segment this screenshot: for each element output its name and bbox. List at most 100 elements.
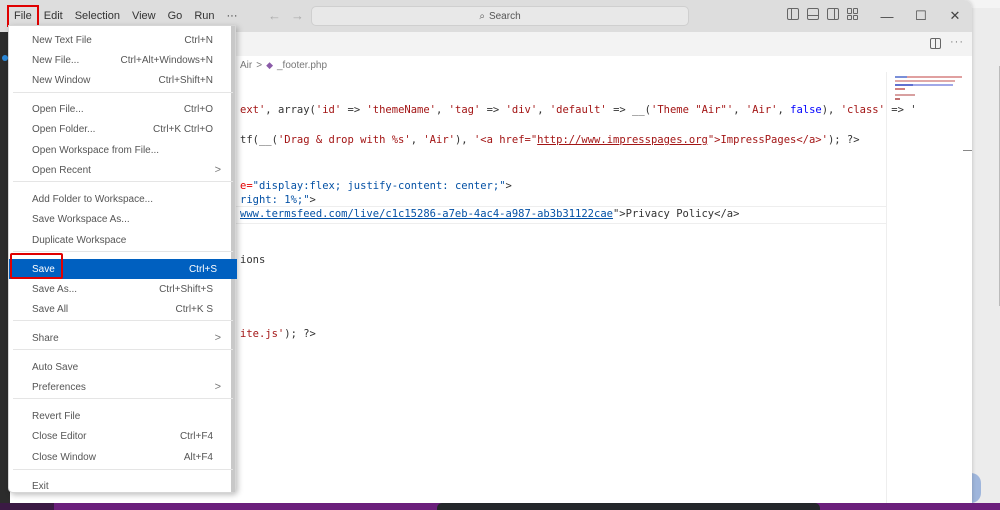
more-actions-icon[interactable]: ···	[950, 36, 964, 48]
close-button[interactable]: ✕	[938, 4, 972, 28]
toggle-primary-sidebar-icon[interactable]	[787, 8, 799, 20]
command-center-search[interactable]: ⌕ Search	[311, 6, 689, 26]
split-editor-icon[interactable]	[930, 38, 941, 49]
code-token: false	[790, 104, 822, 116]
menu-item-label: Open Folder...	[32, 123, 96, 135]
search-placeholder: Search	[488, 10, 521, 22]
code-line[interactable]: right: 1%;">	[240, 194, 316, 206]
menu-item-shortcut: Ctrl+N	[184, 34, 213, 46]
menu-item-new-text-file[interactable]: New Text File Ctrl+N	[9, 30, 233, 50]
code-token: ),	[821, 104, 841, 116]
code-token: ,	[410, 134, 424, 146]
code-token: 'div'	[505, 104, 538, 116]
breadcrumb-folder[interactable]: Air	[240, 60, 252, 71]
menu-item-save-workspace-as[interactable]: Save Workspace As...	[9, 209, 233, 229]
menu-item-open-folder[interactable]: Open Folder... Ctrl+K Ctrl+O	[9, 119, 233, 139]
code-token: ); ?>	[284, 328, 316, 340]
menu-go[interactable]: Go	[162, 6, 189, 26]
menu-bar: File Edit Selection View Go Run ···	[7, 5, 244, 27]
code-line[interactable]: ext', array('id' => 'themeName', 'tag' =…	[240, 104, 917, 116]
menu-file[interactable]: File	[7, 5, 39, 27]
menu-separator	[13, 181, 233, 182]
menu-edit[interactable]: Edit	[38, 6, 69, 26]
menu-item-save-all[interactable]: Save All Ctrl+K S	[9, 299, 233, 319]
code-token: "display:flex; justify-content: center;"	[252, 180, 506, 192]
menu-item-shortcut: Ctrl+Shift+S	[159, 283, 213, 295]
code-token: 'class'	[840, 104, 885, 116]
menu-item-shortcut: Ctrl+Shift+N	[158, 74, 213, 86]
menu-item-close-window[interactable]: Close Window Alt+F4	[9, 447, 233, 467]
minimize-button[interactable]: —	[870, 4, 904, 28]
code-line[interactable]: www.termsfeed.com/live/c1c15286-a7eb-4ac…	[240, 208, 739, 220]
menu-item-duplicate-workspace[interactable]: Duplicate Workspace	[9, 230, 233, 250]
code-token: 'Air'	[423, 134, 455, 146]
toggle-secondary-sidebar-icon[interactable]	[827, 8, 839, 20]
breadcrumb-separator: >	[256, 60, 263, 71]
menu-run[interactable]: Run	[188, 6, 220, 26]
menu-separator	[13, 469, 233, 470]
menu-item-share[interactable]: Share >	[9, 328, 233, 348]
code-token: ,	[537, 104, 550, 116]
menu-selection[interactable]: Selection	[69, 6, 126, 26]
menu-item-open-workspace-from-file[interactable]: Open Workspace from File...	[9, 140, 233, 160]
code-token: ions	[240, 254, 266, 266]
forward-arrow-icon[interactable]: →	[291, 8, 304, 23]
code-line[interactable]: ions	[240, 254, 265, 266]
code-token: right: 1%;"	[240, 194, 310, 206]
code-token: , array(	[265, 104, 316, 116]
code-line[interactable]: ite.js'); ?>	[240, 328, 316, 340]
code-token: ">ImpressPages</a>'	[707, 134, 828, 146]
menu-item-shortcut: Ctrl+S	[188, 263, 217, 275]
menu-separator	[13, 320, 233, 321]
menu-item-new-file[interactable]: New File... Ctrl+Alt+Windows+N	[9, 50, 233, 70]
menu-item-open-recent[interactable]: Open Recent >	[9, 160, 233, 180]
menu-item-new-window[interactable]: New Window Ctrl+Shift+N	[9, 70, 233, 90]
menu-item-label: Open Recent	[32, 164, 91, 176]
menu-separator	[13, 251, 233, 252]
code-token: ,	[733, 104, 746, 116]
breadcrumb-file[interactable]: _footer.php	[277, 60, 327, 71]
code-token: e=	[240, 180, 253, 192]
code-token: ,	[436, 104, 449, 116]
menu-separator	[13, 398, 233, 399]
back-arrow-icon[interactable]: ←	[268, 8, 281, 23]
menu-item-open-file[interactable]: Open File... Ctrl+O	[9, 99, 233, 119]
menu-item-add-folder-to-workspace[interactable]: Add Folder to Workspace...	[9, 189, 233, 209]
taskbar	[0, 503, 1000, 510]
code-token: =>	[341, 104, 367, 116]
menu-item-label: Share	[32, 332, 59, 344]
code-token: ite.js'	[240, 328, 285, 340]
menu-item-save-as[interactable]: Save As... Ctrl+Shift+S	[9, 279, 233, 299]
menu-item-revert-file[interactable]: Revert File	[9, 406, 233, 426]
maximize-button[interactable]: ☐	[904, 4, 938, 28]
menu-more[interactable]: ···	[221, 6, 244, 26]
menu-item-label: Save As...	[32, 283, 78, 295]
menu-item-label: Save Workspace As...	[32, 213, 130, 225]
save-annotation-highlight	[10, 253, 63, 279]
menu-item-preferences[interactable]: Preferences >	[9, 377, 233, 397]
menu-separator	[13, 92, 233, 93]
code-token: 'Drag & drop with %s'	[277, 134, 411, 146]
menu-item-label: Open File...	[32, 103, 84, 115]
menu-item-close-editor[interactable]: Close Editor Ctrl+F4	[9, 426, 233, 446]
code-token: '<a href="	[473, 134, 538, 146]
code-line[interactable]: tf(__('Drag & drop with %s', 'Air'), '<a…	[240, 134, 860, 146]
php-elephant-icon: ◆	[266, 60, 273, 70]
code-line[interactable]: e="display:flex; justify-content: center…	[240, 180, 512, 192]
code-editor[interactable]: ext', array('id' => 'themeName', 'tag' =…	[240, 80, 917, 500]
menu-view[interactable]: View	[126, 6, 162, 26]
menu-item-label: Close Editor	[32, 430, 87, 442]
menu-item-exit[interactable]: Exit	[9, 476, 233, 496]
taskbar-start-area[interactable]	[0, 503, 54, 510]
background-window	[970, 8, 1000, 510]
menu-item-shortcut: Ctrl+K S	[175, 303, 213, 315]
menu-item-shortcut: Alt+F4	[183, 451, 213, 463]
menu-item-label: Exit	[32, 480, 49, 492]
customize-layout-icon[interactable]	[847, 8, 859, 20]
menu-item-auto-save[interactable]: Auto Save	[9, 357, 233, 377]
toggle-panel-icon[interactable]	[807, 8, 819, 20]
minimap[interactable]	[886, 72, 964, 503]
code-token: => __(	[606, 104, 652, 116]
code-token: 'Air'	[745, 104, 778, 116]
code-token: http://www.impresspages.org	[537, 134, 708, 146]
